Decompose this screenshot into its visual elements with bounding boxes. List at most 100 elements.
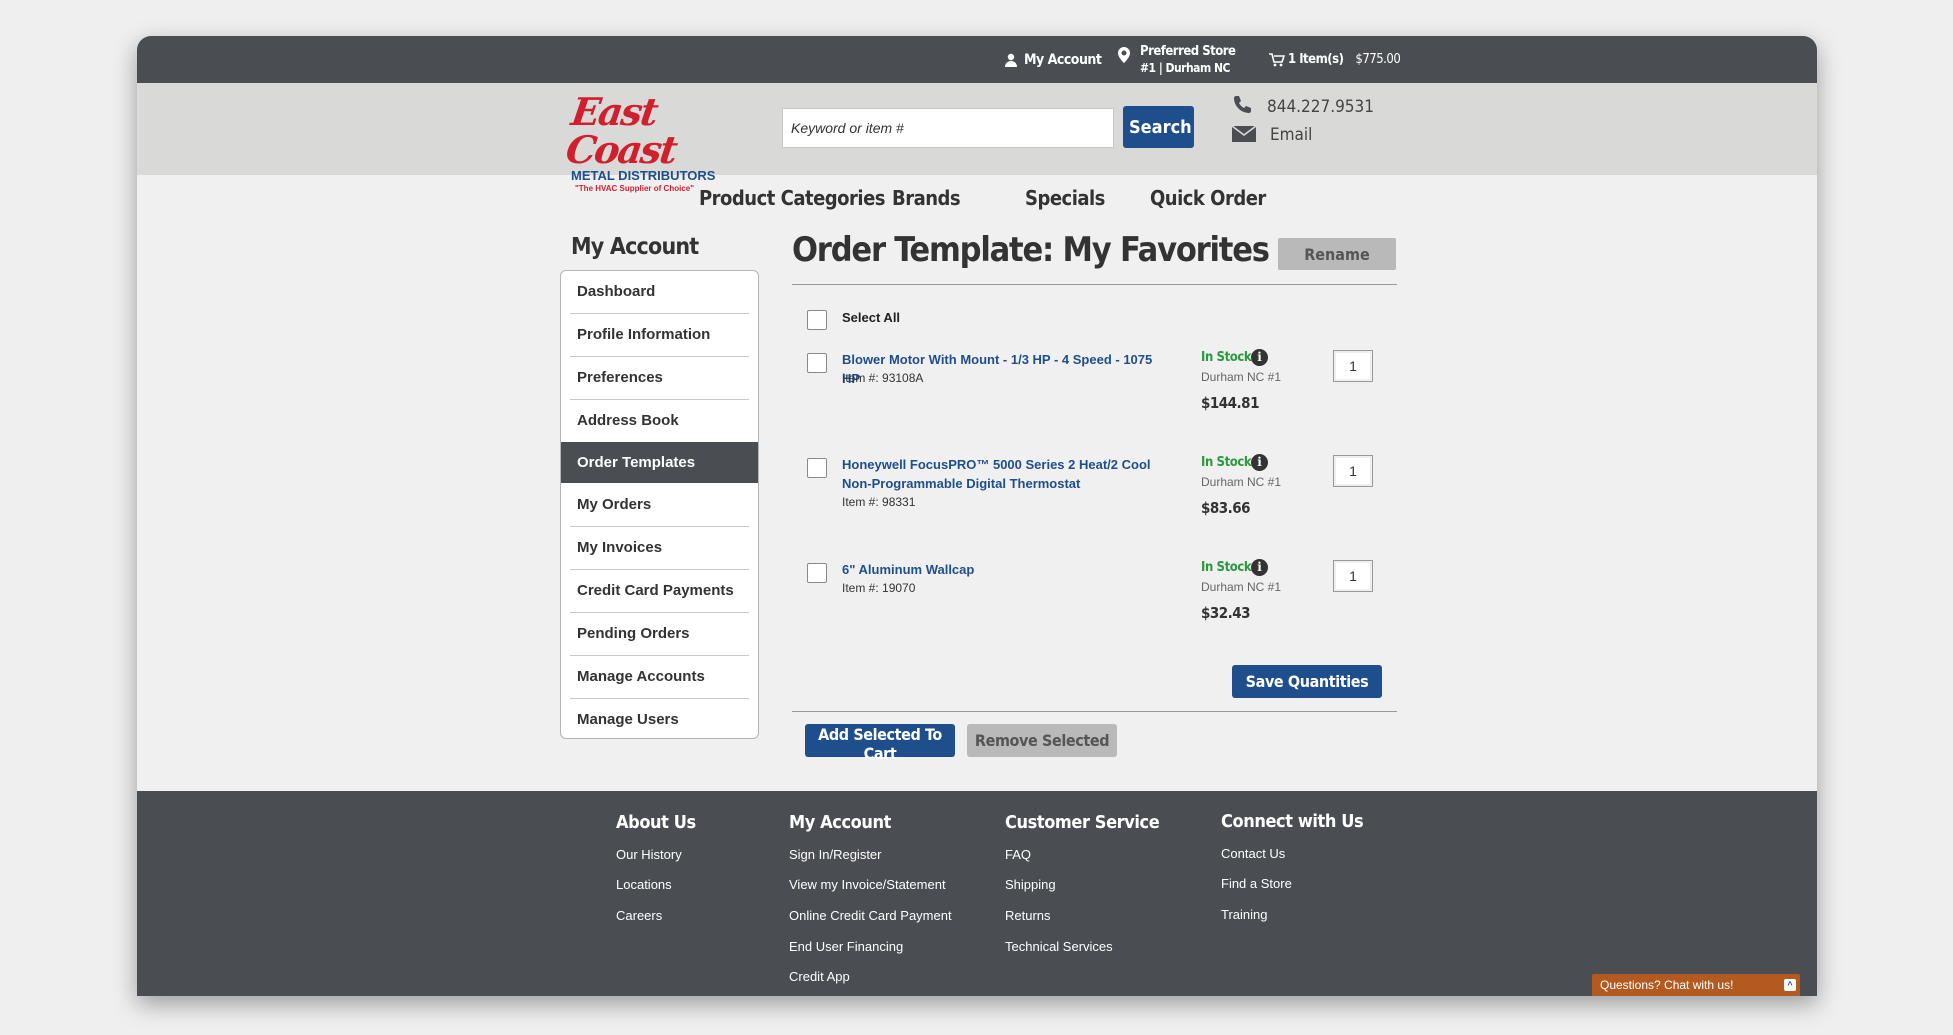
sidebar-item-pending-orders[interactable]: Pending Orders <box>561 613 758 654</box>
footer-link-invoice-statement[interactable]: View my Invoice/Statement <box>789 877 946 892</box>
item-checkbox[interactable] <box>807 563 827 583</box>
cart-icon <box>1269 52 1285 66</box>
company-logo[interactable]: East Coast METAL DISTRIBUTORS "The HVAC … <box>563 89 733 193</box>
item-price: $144.81 <box>1201 394 1259 412</box>
item-name-line-2: Non-Programmable Digital Thermostat <box>842 476 1081 491</box>
sidebar-item-label: Dashboard <box>577 283 656 300</box>
remove-selected-button[interactable]: Remove Selected <box>967 724 1117 757</box>
quantity-input[interactable] <box>1333 350 1373 382</box>
sidebar-item-label: Preferences <box>577 369 663 386</box>
footer-link-locations[interactable]: Locations <box>616 877 672 892</box>
footer-heading-customer-service: Customer Service <box>1005 812 1160 833</box>
nav-product-categories[interactable]: Product Categories <box>699 186 886 210</box>
phone-contact[interactable]: 844.227.9531 <box>1232 93 1374 117</box>
utility-bar: My Account Preferred Store #1 | Durham N… <box>137 36 1817 83</box>
sidebar-item-profile-information[interactable]: Profile Information <box>561 314 758 355</box>
info-icon[interactable]: i <box>1251 559 1268 576</box>
footer-heading-connect: Connect with Us <box>1221 811 1364 832</box>
cart-link[interactable]: 1 Item(s) $775.00 <box>1269 36 1401 83</box>
my-account-label: My Account <box>1024 51 1102 68</box>
stock-status: In Stock <box>1201 350 1252 365</box>
item-checkbox[interactable] <box>807 353 827 373</box>
sidebar-item-my-orders[interactable]: My Orders <box>561 484 758 525</box>
my-account-link[interactable]: My Account <box>1004 36 1102 83</box>
sidebar-item-preferences[interactable]: Preferences <box>561 357 758 398</box>
divider <box>792 284 1397 285</box>
phone-number: 844.227.9531 <box>1267 97 1374 117</box>
sidebar-item-label: My Orders <box>577 496 652 513</box>
footer-link-training[interactable]: Training <box>1221 907 1267 922</box>
sidebar-item-label: Order Templates <box>577 454 696 471</box>
page-title: Order Template: My Favorites <box>792 230 1270 270</box>
footer-link-technical-services[interactable]: Technical Services <box>1005 939 1113 954</box>
footer-link-end-user-financing[interactable]: End User Financing <box>789 939 903 954</box>
stock-status: In Stock <box>1201 455 1252 470</box>
sidebar-title: My Account <box>571 234 699 260</box>
footer-link-shipping[interactable]: Shipping <box>1005 877 1056 892</box>
account-sidebar: Dashboard Profile Information Preference… <box>560 270 759 739</box>
sidebar-item-label: Manage Users <box>577 711 679 728</box>
item-price: $32.43 <box>1201 604 1251 622</box>
footer-link-sign-in[interactable]: Sign In/Register <box>789 847 882 862</box>
footer-link-faq[interactable]: FAQ <box>1005 847 1031 862</box>
save-quantities-button[interactable]: Save Quantities <box>1232 665 1382 698</box>
item-checkbox[interactable] <box>807 458 827 478</box>
info-icon[interactable]: i <box>1251 454 1268 471</box>
phone-icon <box>1234 96 1251 113</box>
sidebar-item-my-invoices[interactable]: My Invoices <box>561 527 758 568</box>
item-price: $83.66 <box>1201 499 1251 517</box>
browser-page: My Account Preferred Store #1 | Durham N… <box>137 36 1817 996</box>
add-selected-to-cart-button[interactable]: Add Selected To Cart <box>805 724 955 763</box>
envelope-icon <box>1232 126 1256 142</box>
email-contact[interactable]: Email <box>1232 123 1312 145</box>
quantity-input[interactable] <box>1333 455 1373 487</box>
search-button[interactable]: Search <box>1123 106 1194 148</box>
select-all-label: Select All <box>842 310 901 325</box>
footer-heading-about: About Us <box>616 812 696 833</box>
sidebar-item-label: Pending Orders <box>577 625 690 642</box>
search-input[interactable] <box>782 108 1114 148</box>
store-name: Durham NC #1 <box>1201 370 1282 384</box>
chevron-up-icon[interactable]: ^ <box>1784 979 1796 991</box>
quantity-input[interactable] <box>1333 560 1373 592</box>
sidebar-item-label: Profile Information <box>577 326 711 343</box>
cart-count: 1 Item(s) <box>1288 52 1344 67</box>
select-all-checkbox[interactable] <box>807 310 827 330</box>
store-name: Durham NC #1 <box>1201 475 1282 489</box>
footer-link-credit-app[interactable]: Credit App <box>789 969 850 984</box>
footer-link-credit-card-payment[interactable]: Online Credit Card Payment <box>789 908 952 923</box>
nav-quick-order[interactable]: Quick Order <box>1150 186 1266 210</box>
info-icon[interactable]: i <box>1251 349 1268 366</box>
nav-brands[interactable]: Brands <box>892 186 961 210</box>
chat-widget[interactable]: Questions? Chat with us! ^ <box>1592 974 1800 996</box>
footer-link-our-history[interactable]: Our History <box>616 847 682 862</box>
sidebar-item-label: Manage Accounts <box>577 668 705 685</box>
sidebar-item-manage-accounts[interactable]: Manage Accounts <box>561 656 758 697</box>
item-name-line-1: Honeywell FocusPRO™ 5000 Series 2 Heat/2… <box>842 457 1151 472</box>
item-name-link[interactable]: Honeywell FocusPRO™ 5000 Series 2 Heat/2… <box>842 455 1172 493</box>
preferred-store-link[interactable]: Preferred Store #1 | Durham NC <box>1118 36 1236 83</box>
footer-heading-my-account: My Account <box>789 812 891 833</box>
sidebar-item-order-templates[interactable]: Order Templates <box>561 442 758 483</box>
stock-status: In Stock <box>1201 560 1252 575</box>
item-number: Item #: 93108A <box>842 371 924 385</box>
item-name-link[interactable]: 6" Aluminum Wallcap <box>842 560 1172 579</box>
store-name: Durham NC #1 <box>1201 580 1282 594</box>
footer-link-returns[interactable]: Returns <box>1005 908 1051 923</box>
sidebar-item-label: Credit Card Payments <box>577 582 734 599</box>
sidebar-item-dashboard[interactable]: Dashboard <box>561 271 758 312</box>
divider <box>792 711 1397 712</box>
store-line-1: Preferred Store <box>1140 43 1236 59</box>
item-number: Item #: 98331 <box>842 495 916 509</box>
rename-button[interactable]: Rename <box>1278 238 1396 270</box>
item-number: Item #: 19070 <box>842 581 916 595</box>
site-header: East Coast METAL DISTRIBUTORS "The HVAC … <box>137 83 1817 193</box>
footer-link-careers[interactable]: Careers <box>616 908 662 923</box>
nav-specials[interactable]: Specials <box>1025 186 1105 210</box>
sidebar-item-credit-card-payments[interactable]: Credit Card Payments <box>561 570 758 611</box>
sidebar-item-address-book[interactable]: Address Book <box>561 400 758 441</box>
cart-total: $775.00 <box>1355 52 1401 67</box>
sidebar-item-manage-users[interactable]: Manage Users <box>561 699 758 738</box>
footer-link-contact-us[interactable]: Contact Us <box>1221 846 1285 861</box>
footer-link-find-a-store[interactable]: Find a Store <box>1221 876 1292 891</box>
